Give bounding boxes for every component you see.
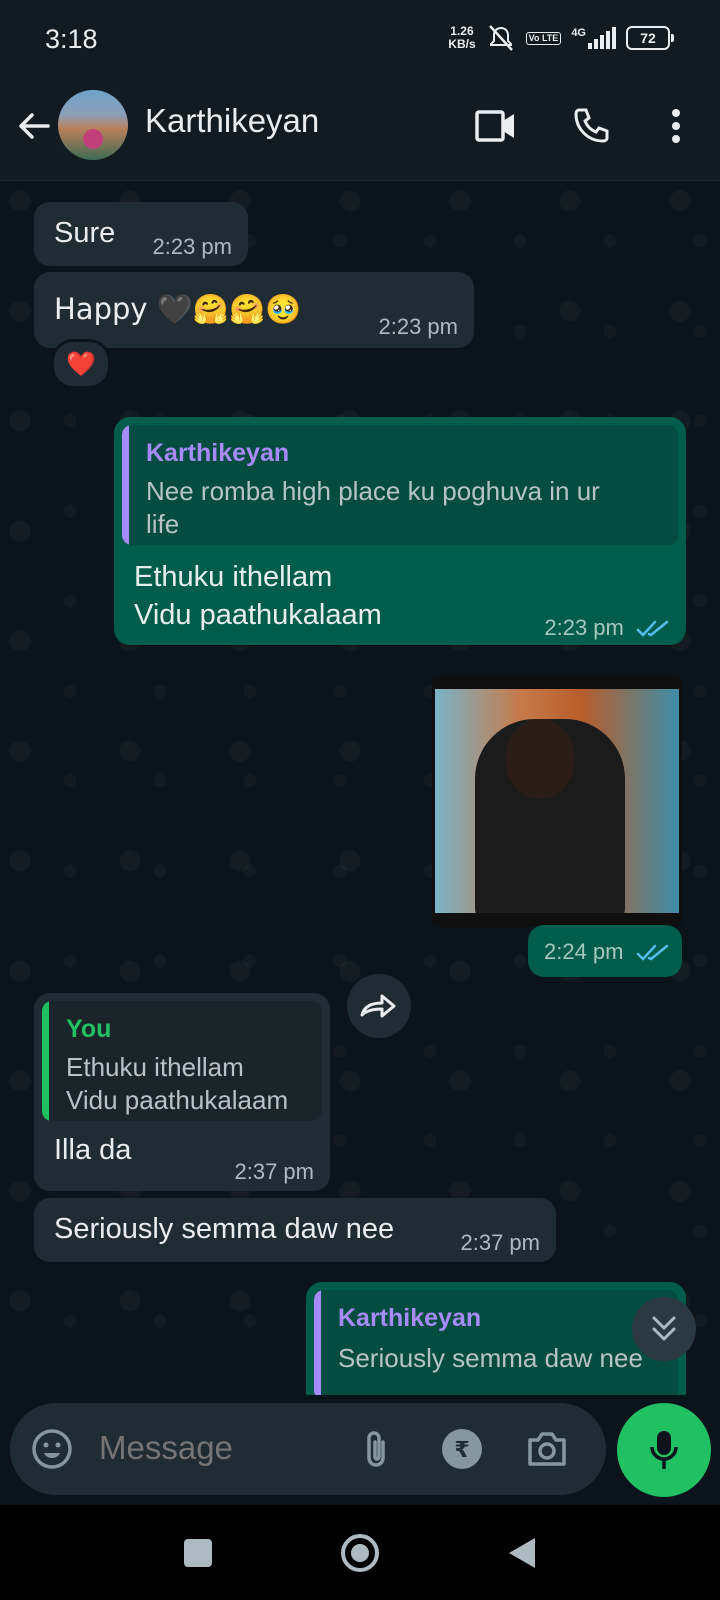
avatar[interactable] <box>58 90 128 160</box>
microphone-icon <box>650 1431 678 1469</box>
reaction-badge[interactable]: ❤️ <box>51 339 111 389</box>
home-button[interactable] <box>336 1529 384 1577</box>
emoji-icon <box>32 1429 72 1469</box>
forward-icon <box>360 994 396 1018</box>
back-button[interactable] <box>14 106 54 146</box>
network-speed: 1.26 KB/s <box>448 24 476 51</box>
message-incoming[interactable]: Happy 🖤🤗🤗🥹 2:23 pm <box>34 272 474 348</box>
quoted-message[interactable]: Karthikeyan Seriously semma daw nee <box>314 1290 678 1395</box>
svg-text:₹: ₹ <box>454 1438 469 1463</box>
back-triangle-icon <box>509 1538 535 1568</box>
paperclip-icon <box>367 1431 385 1467</box>
message-input[interactable] <box>97 1428 341 1468</box>
quoted-message[interactable]: Karthikeyan Nee romba high place ku pogh… <box>122 425 678 545</box>
quoted-message[interactable]: You Ethuku ithellam Vidu paathukalaam <box>42 1001 322 1121</box>
message-outgoing[interactable]: Karthikeyan Seriously semma daw nee <box>306 1282 686 1395</box>
message-incoming[interactable]: Seriously semma daw nee 2:37 pm <box>34 1198 556 1262</box>
message-outgoing[interactable]: Karthikeyan Nee romba high place ku pogh… <box>114 417 686 645</box>
phone-icon <box>574 108 609 143</box>
status-time: 3:18 <box>45 24 98 54</box>
forward-button[interactable] <box>347 974 411 1038</box>
scroll-to-bottom-button[interactable] <box>632 1297 696 1361</box>
voice-call-button[interactable] <box>563 98 619 154</box>
message-composer: ₹ <box>10 1403 606 1495</box>
video-camera-icon <box>475 110 514 142</box>
attach-button[interactable] <box>352 1425 400 1473</box>
home-icon <box>341 1534 379 1572</box>
camera-button[interactable] <box>523 1425 571 1473</box>
video-call-button[interactable] <box>468 98 524 154</box>
camera-icon <box>528 1432 566 1466</box>
chat-header: Karthikeyan <box>0 78 720 181</box>
read-ticks-icon <box>636 944 668 961</box>
back-nav-button[interactable] <box>498 1529 546 1577</box>
recents-button[interactable] <box>174 1529 222 1577</box>
payment-button[interactable]: ₹ <box>438 1425 486 1473</box>
back-arrow-icon <box>19 113 50 139</box>
message-incoming[interactable]: Sure 2:23 pm <box>34 202 248 266</box>
more-vert-icon <box>672 109 680 143</box>
quote-accent-bar <box>314 1290 321 1395</box>
contact-name[interactable]: Karthikeyan <box>145 102 319 140</box>
battery-icon: 72 <box>626 26 674 50</box>
read-ticks-icon <box>636 620 669 637</box>
recents-icon <box>184 1539 212 1567</box>
system-nav-bar <box>0 1505 720 1600</box>
video-thumbnail[interactable] <box>435 689 679 913</box>
status-icons: 1.26 KB/s Vo LTE 4G 72 <box>448 24 674 52</box>
emoji-button[interactable] <box>28 1425 76 1473</box>
double-chevron-down-icon <box>652 1316 676 1341</box>
volte-icon: Vo LTE <box>525 31 562 45</box>
voice-message-button[interactable] <box>617 1403 711 1497</box>
message-incoming[interactable]: You Ethuku ithellam Vidu paathukalaam Il… <box>34 993 330 1191</box>
media-timestamp: 2:24 pm <box>528 925 682 977</box>
quote-accent-bar <box>122 425 129 545</box>
message-list[interactable]: Sure 2:23 pm Happy 🖤🤗🤗🥹 2:23 pm ❤️ Karth… <box>0 181 720 1395</box>
quote-accent-bar <box>42 1001 49 1121</box>
more-options-button[interactable] <box>648 98 704 154</box>
rupee-icon: ₹ <box>442 1429 482 1469</box>
mute-icon <box>488 25 513 51</box>
signal-icon: 4G <box>571 27 616 49</box>
media-message[interactable] <box>432 675 682 927</box>
status-bar: 3:18 1.26 KB/s Vo LTE 4G 72 <box>0 0 720 78</box>
